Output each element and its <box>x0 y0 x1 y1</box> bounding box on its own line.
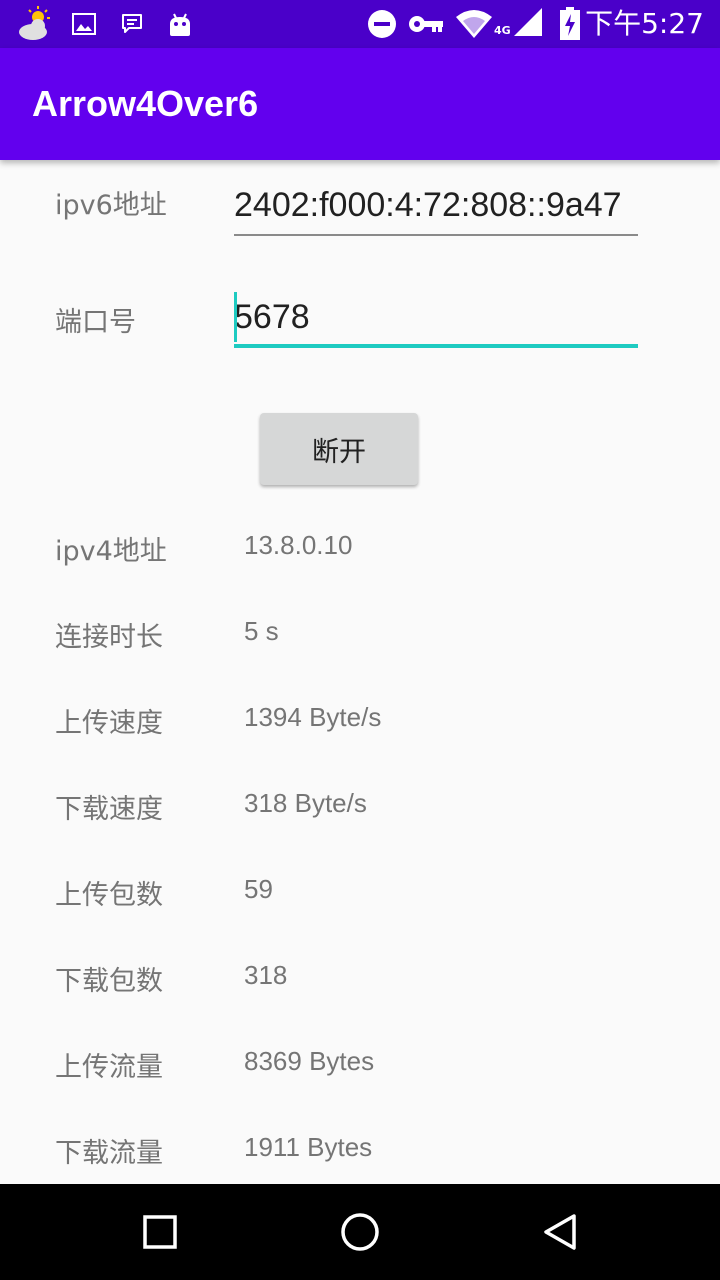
stat-value: 8369 Bytes <box>244 1046 375 1076</box>
app-bar: Arrow4Over6 <box>0 48 720 160</box>
stat-value: 13.8.0.10 <box>244 530 353 560</box>
home-icon <box>341 1213 379 1251</box>
stat-label: 上传流量 <box>55 1052 163 1083</box>
back-button[interactable] <box>512 1184 608 1280</box>
stat-value: 318 <box>244 960 288 990</box>
navigation-bar <box>0 1184 720 1280</box>
back-icon <box>544 1214 576 1250</box>
stat-label: 下载速度 <box>55 794 163 825</box>
battery-icon <box>558 6 582 42</box>
stat-label: 下载流量 <box>55 1138 163 1169</box>
stat-label: ipv4地址 <box>55 536 167 567</box>
stat-label: 下载包数 <box>55 966 163 997</box>
ipv6-input-underline <box>234 234 638 236</box>
app-title: Arrow4Over6 <box>32 83 259 124</box>
vpn-key-icon <box>408 6 444 42</box>
stat-label: 上传速度 <box>55 708 163 739</box>
port-label: 端口号 <box>55 307 136 338</box>
recents-icon <box>143 1215 177 1249</box>
home-button[interactable] <box>312 1184 408 1280</box>
stat-value: 1394 Byte/s <box>244 702 382 732</box>
stat-label: 上传包数 <box>55 880 163 911</box>
port-input-text: 5678 <box>234 298 310 336</box>
stat-label: 连接时长 <box>55 622 163 653</box>
stat-value: 5 s <box>244 616 279 646</box>
do-not-disturb-icon <box>366 6 398 42</box>
ipv6-input[interactable]: 2402:f000:4:72:808::9a47 <box>234 186 638 236</box>
gallery-icon <box>72 6 96 42</box>
ipv6-input-text: 2402:f000:4:72:808::9a47 <box>234 186 622 224</box>
status-time: 下午5:27 <box>585 7 704 40</box>
stat-value: 59 <box>244 874 273 904</box>
port-input-underline <box>234 344 638 348</box>
port-input[interactable]: 5678 <box>234 292 638 348</box>
text-cursor <box>234 292 237 342</box>
weather-icon <box>16 6 56 42</box>
status-bar: 4G 下午5:27 <box>0 0 720 48</box>
message-icon <box>120 6 144 42</box>
stat-value: 1911 Bytes <box>244 1132 373 1162</box>
disconnect-button[interactable]: 断开 <box>260 413 418 485</box>
android-icon <box>166 6 194 42</box>
wifi-icon <box>454 6 494 42</box>
ipv6-label: ipv6地址 <box>55 190 167 221</box>
recents-button[interactable] <box>112 1184 208 1280</box>
signal-icon: 4G <box>494 6 544 42</box>
stat-value: 318 Byte/s <box>244 788 367 818</box>
